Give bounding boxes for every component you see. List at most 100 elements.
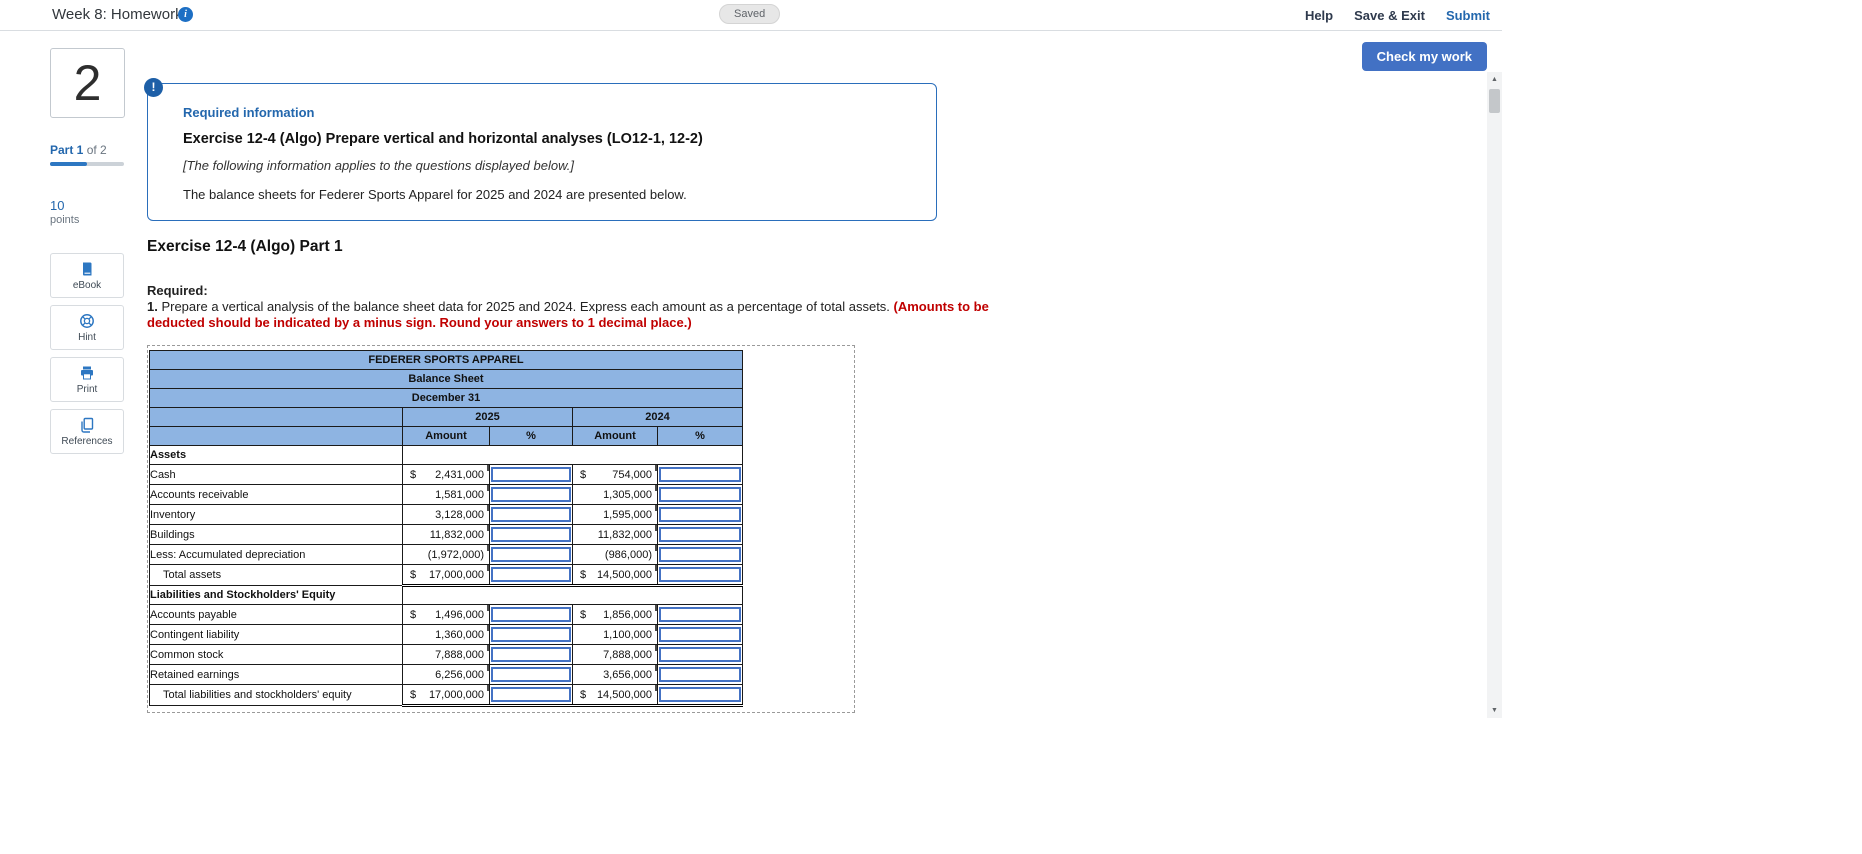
amount-2025: (1,972,000) [402,544,490,565]
cell-marker [655,545,657,551]
data-row: Common stock 7,888,000 7,888,000 [149,644,743,665]
percent-input-2024[interactable] [659,627,741,642]
cell-marker [487,565,489,571]
percent-input-2024[interactable] [659,547,741,562]
hint-label: Hint [78,331,96,343]
row-label: Common stock [149,644,403,665]
percent-input-2024[interactable] [659,567,741,582]
row-label: Buildings [149,524,403,545]
hint-icon [79,313,95,329]
header-spacer [149,407,403,427]
percent-cell-2024 [657,544,743,565]
row-label: Less: Accumulated depreciation [149,544,403,565]
info-icon[interactable]: i [178,7,193,22]
column-header-row: Amount % Amount % [149,426,743,446]
percent-input-2025[interactable] [491,487,571,502]
amount-2024: $1,856,000 [572,604,658,625]
cell-marker [655,605,657,611]
amount-2024: 1,100,000 [572,624,658,645]
percent-cell-2024 [657,644,743,665]
percent-cell-2025 [489,464,573,485]
answer-area: FEDERER SPORTS APPAREL Balance Sheet Dec… [147,345,855,713]
table-title-row: FEDERER SPORTS APPAREL [149,350,743,370]
percent-input-2024[interactable] [659,467,741,482]
percent-cell-2024 [657,484,743,505]
check-my-work-button[interactable]: Check my work [1361,42,1487,71]
percent-input-2024[interactable] [659,487,741,502]
print-label: Print [76,383,98,395]
cell-marker [487,625,489,631]
percent-input-2025[interactable] [491,547,571,562]
percent-input-2025[interactable] [491,567,571,582]
percent-input-2025[interactable] [491,687,571,702]
percent-cell-2024 [657,524,743,545]
percent-input-2025[interactable] [491,507,571,522]
vertical-scrollbar[interactable]: ▲ ▼ [1487,72,1502,718]
cell-marker [655,685,657,691]
scroll-down-icon[interactable]: ▼ [1487,703,1502,718]
percent-input-2024[interactable] [659,687,741,702]
part-heading: Exercise 12-4 (Algo) Part 1 [147,238,343,255]
instruction-body: Prepare a vertical analysis of the balan… [157,299,894,314]
balance-sheet-rows: Assets Cash $2,431,000 $754,000 Accounts rec… [149,445,743,707]
cell-marker [487,645,489,651]
cell-marker [487,505,489,511]
percent-input-2024[interactable] [659,647,741,662]
cell-marker [487,465,489,471]
percent-input-2025[interactable] [491,647,571,662]
percent-input-2025[interactable] [491,527,571,542]
table-date: December 31 [149,388,743,408]
ebook-label: eBook [72,279,102,291]
percent-2025-header: % [489,426,573,446]
data-row: Buildings 11,832,000 11,832,000 [149,524,743,545]
cell-marker [487,605,489,611]
row-label: Retained earnings [149,664,403,685]
print-button[interactable]: Print [50,357,124,402]
references-button[interactable]: References [50,409,124,454]
year-header-row: 2025 2024 [149,407,743,427]
percent-input-2025[interactable] [491,667,571,682]
help-link[interactable]: Help [1305,8,1333,23]
percent-2024-header: % [657,426,743,446]
sidebar: 2 Part 1 of 2 10 points eBook Hint Print… [0,31,145,854]
percent-input-2024[interactable] [659,607,741,622]
topbar-links: Help Save & Exit Submit [1305,8,1490,23]
save-exit-link[interactable]: Save & Exit [1354,8,1425,23]
cell-marker [655,625,657,631]
part-current: Part 1 [50,143,84,157]
percent-cell-2025 [489,624,573,645]
amount-2025: $2,431,000 [402,464,490,485]
percent-input-2024[interactable] [659,527,741,542]
percent-input-2025[interactable] [491,607,571,622]
amount-2025: 3,128,000 [402,504,490,525]
main-content: Check my work ! Required information Exe… [144,31,1487,854]
section-label: Assets [149,445,403,465]
cell-marker [655,465,657,471]
percent-cell-2024 [657,504,743,525]
percent-input-2025[interactable] [491,467,571,482]
table-company: FEDERER SPORTS APPAREL [149,350,743,370]
amount-2024: (986,000) [572,544,658,565]
percent-input-2024[interactable] [659,507,741,522]
submit-link[interactable]: Submit [1446,8,1490,23]
percent-input-2024[interactable] [659,667,741,682]
applies-note: [The following information applies to th… [183,158,574,173]
print-icon [79,365,95,381]
percent-cell-2024 [657,464,743,485]
percent-cell-2025 [489,684,573,707]
percent-input-2025[interactable] [491,627,571,642]
progress-fill [50,162,87,166]
data-row: Contingent liability 1,360,000 1,100,000 [149,624,743,645]
percent-cell-2025 [489,564,573,587]
amount-2024: $14,500,000 [572,564,658,587]
total-row: Total liabilities and stockholders' equi… [149,684,743,707]
question-number: 2 [73,55,102,111]
hint-button[interactable]: Hint [50,305,124,350]
ebook-button[interactable]: eBook [50,253,124,298]
percent-cell-2024 [657,684,743,707]
row-label: Inventory [149,504,403,525]
scrollbar-thumb[interactable] [1489,89,1500,113]
alert-icon: ! [144,78,163,97]
scroll-up-icon[interactable]: ▲ [1487,72,1502,87]
amount-2024: $14,500,000 [572,684,658,707]
